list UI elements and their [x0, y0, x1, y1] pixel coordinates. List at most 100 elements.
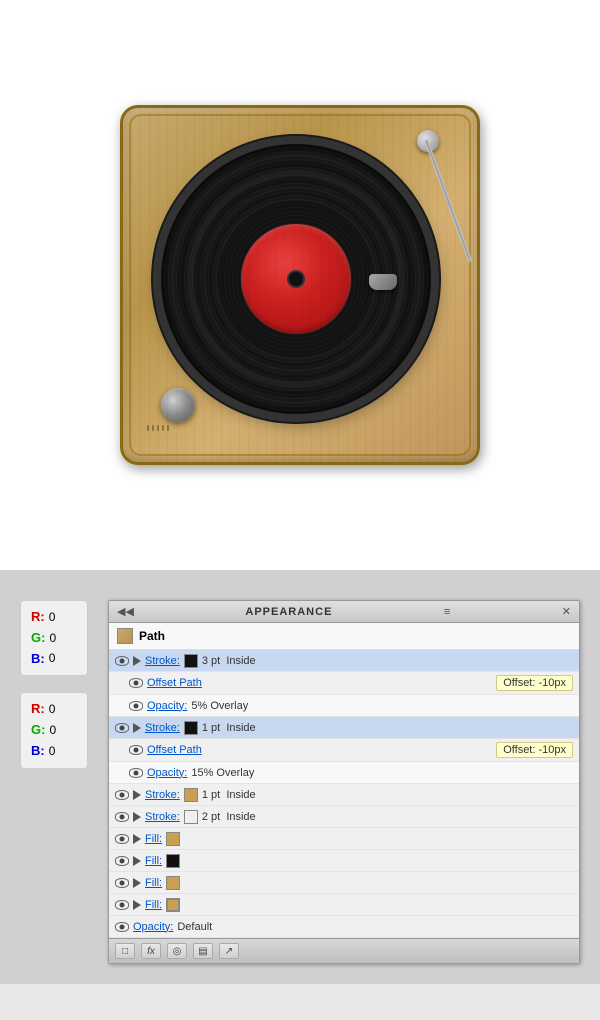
opacity-default-row: Opacity: Default [109, 916, 579, 938]
vinyl-label [241, 224, 351, 334]
path-header-row: Path [109, 623, 579, 650]
stroke-text-1: 3 pt Inside [202, 655, 256, 667]
stroke-label-3[interactable]: Stroke: [145, 789, 180, 801]
footer-fx-button[interactable]: fx [141, 943, 161, 959]
path-header-label: Path [139, 629, 165, 643]
offset-badge-1: Offset: -10px [496, 675, 573, 691]
visibility-icon-9[interactable] [115, 834, 129, 844]
knob-marks [147, 422, 207, 434]
stroke-row-2: Stroke: 1 pt Inside [109, 717, 579, 739]
visibility-icon-1[interactable] [115, 656, 129, 666]
footer-delete-button[interactable]: ↗ [219, 943, 239, 959]
visibility-icon-10[interactable] [115, 856, 129, 866]
turntable-icon [120, 105, 480, 465]
color-card-row: B: 0 [31, 649, 77, 670]
stroke-swatch-2 [184, 721, 198, 735]
green-value-2: 0 [49, 721, 56, 740]
offset-path-label-1[interactable]: Offset Path [147, 677, 202, 689]
blue-value: 0 [49, 649, 56, 668]
expand-triangle-2[interactable] [133, 723, 141, 733]
stroke-swatch-3 [184, 788, 198, 802]
offset-badge-2: Offset: -10px [496, 742, 573, 758]
green-label: G: [31, 628, 45, 649]
visibility-icon-13[interactable] [115, 922, 129, 932]
opacity-row-2: Opacity: 15% Overlay [109, 762, 579, 784]
color-card-row: G: 0 [31, 720, 77, 741]
visibility-icon-11[interactable] [115, 878, 129, 888]
color-card-row: R: 0 [31, 699, 77, 720]
visibility-icon-5[interactable] [129, 745, 143, 755]
offset-path-label-2[interactable]: Offset Path [147, 744, 202, 756]
footer-add-button[interactable]: □ [115, 943, 135, 959]
opacity-default-text: Default [177, 921, 212, 933]
knob-mark [147, 425, 149, 431]
tonearm-arm [424, 139, 472, 263]
volume-knob [161, 388, 195, 422]
panel-menu-button[interactable]: ≡ [444, 606, 450, 618]
opacity-text-2: 15% Overlay [191, 767, 254, 779]
expand-triangle-6[interactable] [133, 856, 141, 866]
collapse-button[interactable]: ◀◀ [117, 605, 134, 618]
visibility-icon-6[interactable] [129, 768, 143, 778]
opacity-label-2[interactable]: Opacity: [147, 767, 187, 779]
stroke-text-3: 1 pt Inside [202, 789, 256, 801]
red-label: R: [31, 607, 45, 628]
stroke-text-4: 2 pt Inside [202, 811, 256, 823]
fill-label-3[interactable]: Fill: [145, 877, 162, 889]
knob-mark [167, 425, 169, 431]
tonearm [339, 130, 449, 290]
fill-swatch-3 [166, 876, 180, 890]
expand-triangle-5[interactable] [133, 834, 141, 844]
stroke-text-2: 1 pt Inside [202, 722, 256, 734]
bottom-panel-area: R: 0 G: 0 B: 0 R: 0 G: 0 B: 0 [0, 570, 600, 984]
blue-value-2: 0 [49, 742, 56, 761]
color-card-row: B: 0 [31, 741, 77, 762]
path-swatch [117, 628, 133, 644]
stroke-label-4[interactable]: Stroke: [145, 811, 180, 823]
red-value-2: 0 [49, 700, 56, 719]
expand-triangle-3[interactable] [133, 790, 141, 800]
stroke-label-1[interactable]: Stroke: [145, 655, 180, 667]
footer-link-button[interactable]: ◎ [167, 943, 187, 959]
stroke-row-3: Stroke: 1 pt Inside [109, 784, 579, 806]
visibility-icon-12[interactable] [115, 900, 129, 910]
opacity-label-1[interactable]: Opacity: [147, 700, 187, 712]
top-canvas-area [0, 0, 600, 570]
footer-duplicate-button[interactable]: ▤ [193, 943, 213, 959]
fill-swatch-1 [166, 832, 180, 846]
color-card-row: G: 0 [31, 628, 77, 649]
red-label-2: R: [31, 699, 45, 720]
tonearm-head [369, 274, 397, 290]
expand-triangle-4[interactable] [133, 812, 141, 822]
color-card-row: R: 0 [31, 607, 77, 628]
blue-label: B: [31, 649, 45, 670]
fill-label-4[interactable]: Fill: [145, 899, 162, 911]
visibility-icon-4[interactable] [115, 723, 129, 733]
visibility-icon-8[interactable] [115, 812, 129, 822]
panel-close-button[interactable]: ✕ [562, 605, 571, 618]
visibility-icon-3[interactable] [129, 701, 143, 711]
expand-triangle-7[interactable] [133, 878, 141, 888]
expand-triangle-1[interactable] [133, 656, 141, 666]
offset-path-row-1: Offset Path Offset: -10px [109, 672, 579, 695]
panel-footer: □ fx ◎ ▤ ↗ [109, 938, 579, 963]
fill-row-2: Fill: [109, 850, 579, 872]
fill-label-2[interactable]: Fill: [145, 855, 162, 867]
green-label-2: G: [31, 720, 45, 741]
opacity-default-label[interactable]: Opacity: [133, 921, 173, 933]
stroke-swatch-1 [184, 654, 198, 668]
expand-triangle-8[interactable] [133, 900, 141, 910]
stroke-row-4: Stroke: 2 pt Inside [109, 806, 579, 828]
fill-row-1: Fill: [109, 828, 579, 850]
color-card-1: R: 0 G: 0 B: 0 [20, 600, 88, 676]
green-value: 0 [49, 629, 56, 648]
opacity-text-1: 5% Overlay [191, 700, 248, 712]
turntable-body [120, 105, 480, 465]
visibility-icon-7[interactable] [115, 790, 129, 800]
visibility-icon-2[interactable] [129, 678, 143, 688]
color-card-2: R: 0 G: 0 B: 0 [20, 692, 88, 768]
panel-header: ◀◀ APPEARANCE ≡ ✕ [109, 601, 579, 623]
stroke-label-2[interactable]: Stroke: [145, 722, 180, 734]
panel-title: APPEARANCE [245, 606, 332, 618]
fill-label-1[interactable]: Fill: [145, 833, 162, 845]
